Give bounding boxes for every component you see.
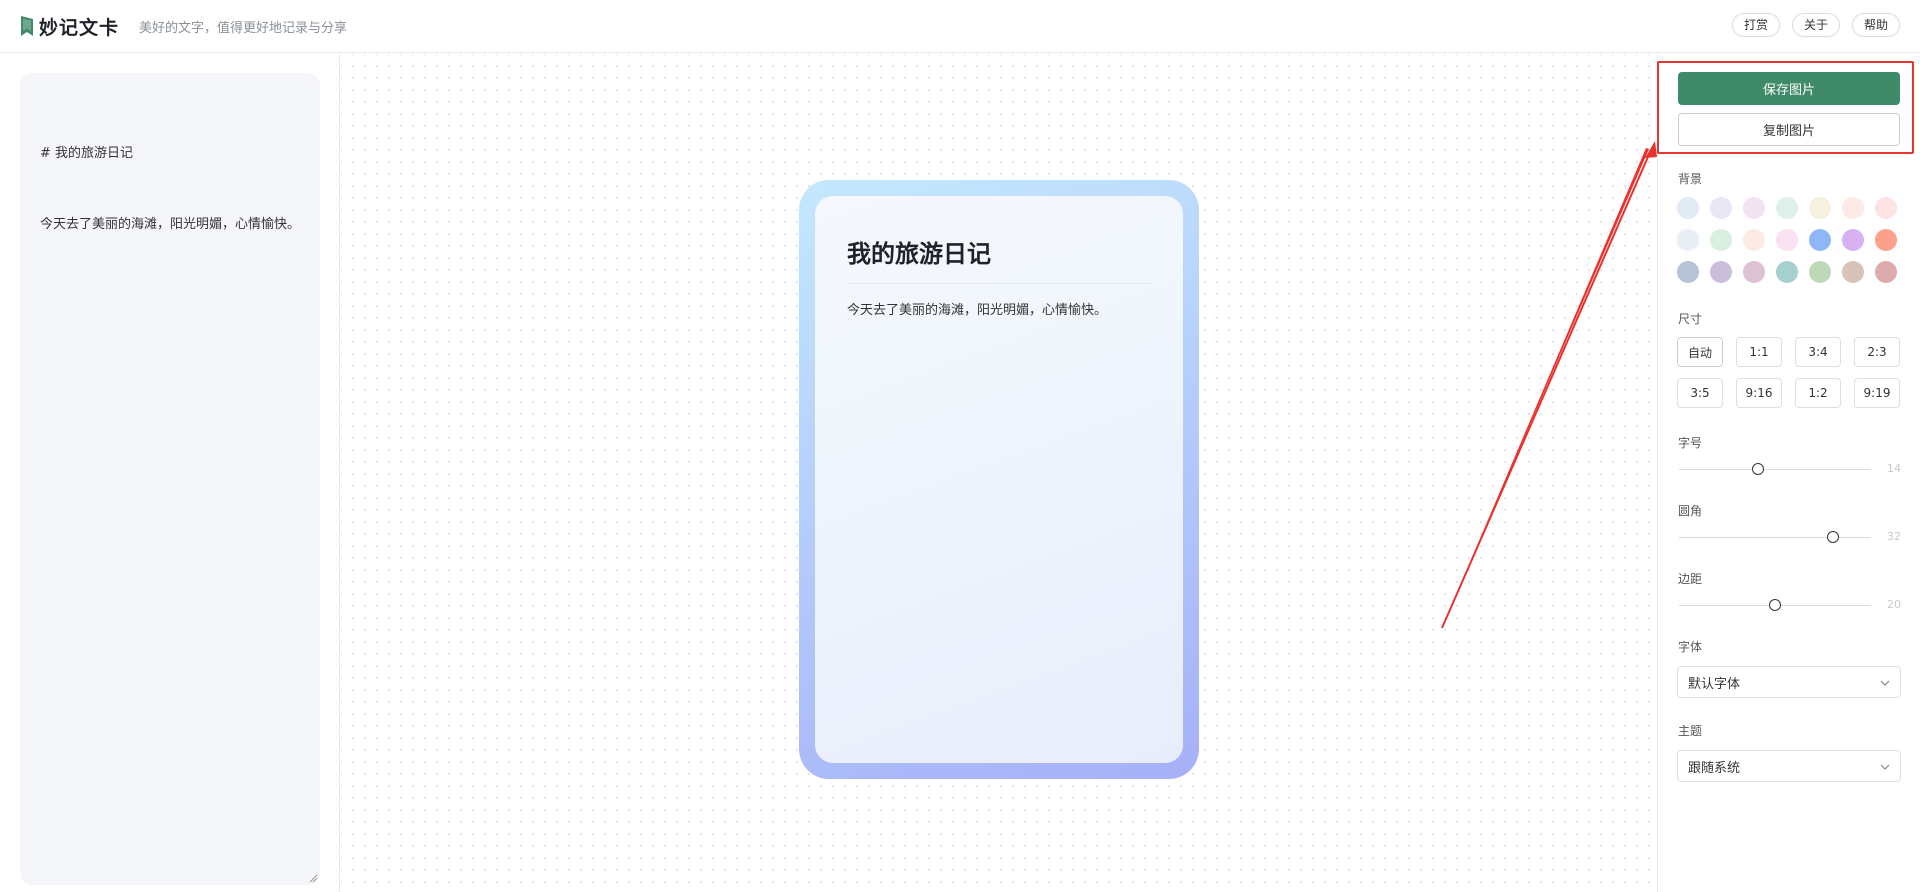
color-swatch[interactable] (1842, 261, 1864, 283)
slider-thumb[interactable] (1769, 599, 1781, 611)
color-swatch[interactable] (1710, 261, 1732, 283)
text-card: 我的旅游日记 今天去了美丽的海滩，阳光明媚，心情愉快。 (815, 196, 1183, 763)
help-button[interactable]: 帮助 (1851, 13, 1900, 37)
color-swatch[interactable] (1743, 197, 1765, 219)
size-option-button[interactable]: 1:2 (1795, 378, 1841, 408)
radius-label: 圆角 (1678, 504, 1703, 518)
slider-thumb[interactable] (1826, 531, 1839, 543)
size-option-button[interactable]: 自动 (1677, 337, 1723, 367)
chevron-down-icon (1880, 680, 1890, 686)
card-frame: 我的旅游日记 今天去了美丽的海滩，阳光明媚，心情愉快。 (799, 180, 1199, 779)
color-swatch[interactable] (1677, 197, 1699, 219)
font-size-slider[interactable]: 14 (1679, 462, 1901, 478)
donate-button[interactable]: 打赏 (1731, 13, 1780, 37)
color-swatch[interactable] (1875, 229, 1897, 251)
color-swatch[interactable] (1776, 229, 1798, 251)
color-swatch[interactable] (1875, 261, 1897, 283)
font-size-label: 字号 (1678, 436, 1703, 450)
chevron-down-icon (1880, 764, 1890, 770)
radius-slider[interactable]: 32 (1679, 530, 1901, 546)
background-label: 背景 (1678, 172, 1703, 186)
about-button[interactable]: 关于 (1791, 13, 1840, 37)
color-swatch[interactable] (1875, 197, 1897, 219)
color-swatch[interactable] (1809, 229, 1831, 251)
color-swatch[interactable] (1677, 261, 1699, 283)
color-swatch[interactable] (1743, 229, 1765, 251)
highlight-box (1657, 61, 1914, 154)
color-swatch[interactable] (1776, 261, 1798, 283)
color-swatch[interactable] (1776, 197, 1798, 219)
size-option-button[interactable]: 9:19 (1854, 378, 1900, 408)
radius-value: 32 (1887, 530, 1901, 543)
markdown-editor[interactable]: # 我的旅游日记 今天去了美丽的海滩，阳光明媚，心情愉快。 (20, 73, 320, 885)
color-swatch[interactable] (1710, 229, 1732, 251)
app-subtitle: 美好的文字，值得更好地记录与分享 (139, 20, 348, 36)
theme-select-value: 跟随系统 (1688, 760, 1741, 776)
color-swatch[interactable] (1842, 197, 1864, 219)
slider-track (1679, 537, 1871, 538)
card-title: 我的旅游日记 (847, 234, 1151, 284)
slider-thumb[interactable] (1751, 463, 1764, 475)
size-options: 自动 1:1 3:4 2:3 3:5 9:16 1:2 9:19 (1677, 337, 1901, 408)
color-swatch[interactable] (1809, 261, 1831, 283)
theme-label: 主题 (1678, 724, 1703, 738)
bookmark-logo-icon (21, 16, 33, 36)
color-swatch[interactable] (1743, 261, 1765, 283)
editor-text-line: 今天去了美丽的海滩，阳光明媚，心情愉快。 (40, 217, 301, 232)
size-option-button[interactable]: 3:5 (1677, 378, 1723, 408)
font-select-value: 默认字体 (1688, 676, 1741, 692)
resize-handle-icon[interactable] (308, 873, 318, 883)
background-swatches (1677, 197, 1901, 283)
padding-slider[interactable]: 20 (1679, 598, 1901, 614)
font-select[interactable]: 默认字体 (1677, 666, 1901, 698)
padding-label: 边距 (1678, 572, 1703, 586)
theme-select[interactable]: 跟随系统 (1677, 750, 1901, 782)
padding-value: 20 (1887, 598, 1901, 611)
color-swatch[interactable] (1842, 229, 1864, 251)
app-title: 妙记文卡 (39, 16, 120, 39)
size-option-button[interactable]: 1:1 (1736, 337, 1782, 367)
top-header: 妙记文卡 美好的文字，值得更好地记录与分享 打赏 关于 帮助 (0, 0, 1920, 53)
editor-heading-line: # 我的旅游日记 (40, 146, 134, 161)
brand: 妙记文卡 美好的文字，值得更好地记录与分享 (20, 13, 347, 40)
font-label: 字体 (1678, 640, 1703, 654)
size-option-button[interactable]: 3:4 (1795, 337, 1841, 367)
size-option-button[interactable]: 9:16 (1736, 378, 1782, 408)
color-swatch[interactable] (1710, 197, 1732, 219)
slider-track (1679, 469, 1871, 470)
size-label: 尺寸 (1678, 312, 1703, 326)
card-body: 今天去了美丽的海滩，阳光明媚，心情愉快。 (847, 303, 1108, 318)
color-swatch[interactable] (1677, 229, 1699, 251)
color-swatch[interactable] (1809, 197, 1831, 219)
preview-canvas: 我的旅游日记 今天去了美丽的海滩，阳光明媚，心情愉快。 (341, 54, 1657, 892)
header-actions: 打赏 关于 帮助 (1731, 13, 1900, 37)
font-size-value: 14 (1887, 462, 1901, 475)
size-option-button[interactable]: 2:3 (1854, 337, 1900, 367)
editor-pane: # 我的旅游日记 今天去了美丽的海滩，阳光明媚，心情愉快。 (0, 54, 340, 892)
